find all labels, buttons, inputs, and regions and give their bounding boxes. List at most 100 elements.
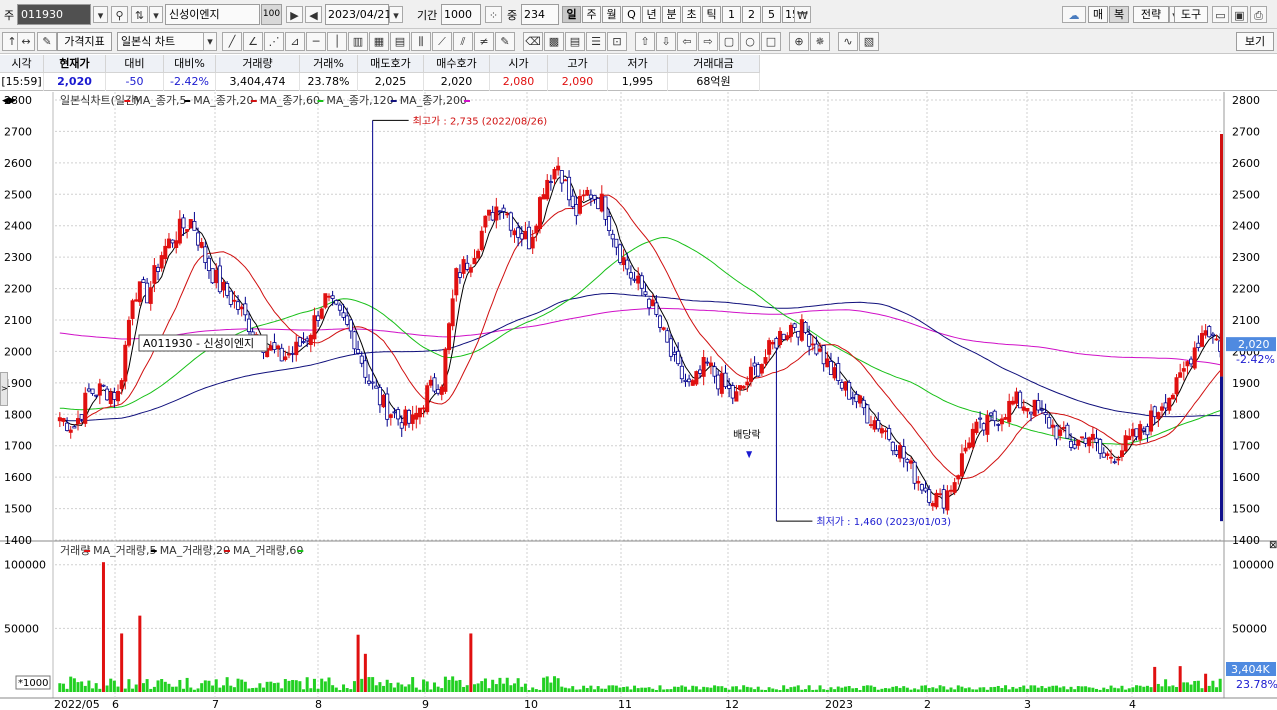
erase-tool-icon[interactable]: ⌫ [523, 32, 543, 51]
stock-code-input[interactable]: 011930 [17, 4, 91, 25]
period-button[interactable]: 틱 [702, 6, 721, 23]
sort-dropdown-button[interactable]: ▾ [149, 6, 163, 23]
vline-tool-icon[interactable]: │ [327, 32, 347, 51]
doc-tool-icon[interactable]: ▢ [719, 32, 739, 51]
grid2-tool-icon[interactable]: ▦ [369, 32, 389, 51]
strategy-button[interactable]: 전략 [1133, 6, 1169, 23]
sort-icon[interactable]: ⇅ [131, 6, 148, 23]
expand-icon[interactable]: ↔ [17, 32, 35, 51]
pencil-tool-icon[interactable]: ✎ [495, 32, 515, 51]
zoomin-tool-icon[interactable]: ⊕ [789, 32, 809, 51]
tools-button[interactable]: 도구 [1174, 6, 1208, 23]
volume-bar [542, 677, 546, 692]
fan-tool-icon[interactable]: ⋰ [264, 32, 284, 51]
trend2-tool-icon[interactable]: ⫽ [453, 32, 473, 51]
wave-tool-icon[interactable]: ∿ [838, 32, 858, 51]
volume-bar [560, 686, 564, 692]
save-icon[interactable]: ▣ [1231, 6, 1248, 23]
period-button[interactable]: 일 [562, 6, 581, 23]
bars-tool-icon[interactable]: ⫼ [411, 32, 431, 51]
period-button[interactable]: 5 [762, 6, 781, 23]
period-input[interactable]: 1000 [441, 4, 481, 25]
period-button[interactable]: 년 [642, 6, 661, 23]
candle-body [978, 417, 983, 420]
legend-swatch [224, 550, 230, 552]
angle-tool-icon[interactable]: ⊿ [285, 32, 305, 51]
zoom-input[interactable]: 234 [521, 4, 559, 25]
candle-body [199, 241, 204, 248]
period-button[interactable]: 월 [602, 6, 621, 23]
volume-bar [931, 687, 935, 692]
volume-bar [1025, 688, 1029, 692]
date-input[interactable]: 2023/04/21 [325, 4, 391, 25]
candle-body [992, 410, 997, 422]
volume-bar [553, 676, 557, 692]
candle-body [1116, 458, 1121, 461]
volume-bar [480, 681, 484, 692]
volume-bar [94, 683, 98, 692]
volume-bar [160, 679, 164, 692]
view-button[interactable]: 보기 [1236, 32, 1274, 51]
cloud-icon[interactable]: ☁ [1062, 6, 1086, 23]
candle-body [905, 458, 910, 463]
price-indicator-button[interactable]: 가격지표 [57, 32, 112, 51]
down-tool-icon[interactable]: ⇩ [656, 32, 676, 51]
fill-tool-icon[interactable]: ▩ [544, 32, 564, 51]
up-tool-icon[interactable]: ⇧ [635, 32, 655, 51]
line-tool-icon[interactable]: ╱ [222, 32, 242, 51]
volume-bar [694, 686, 698, 692]
period-button[interactable]: 1 [722, 6, 741, 23]
text-tool-icon[interactable]: ☰ [586, 32, 606, 51]
prev-button[interactable]: ◀ [305, 6, 322, 23]
candle-body [916, 480, 921, 484]
search-icon[interactable]: ⚲ [111, 6, 128, 23]
period-button[interactable]: Q [622, 6, 641, 23]
magic-tool-icon[interactable]: ✵ [810, 32, 830, 51]
candle-body [643, 291, 648, 295]
stock-chart[interactable]: 2800 28002700 27002600 26002500 25002400 2400… [0, 92, 1277, 710]
rect-tool-icon[interactable]: □ [761, 32, 781, 51]
hline-tool-icon[interactable]: ─ [306, 32, 326, 51]
ray-tool-icon[interactable]: ∠ [243, 32, 263, 51]
candle-body [94, 394, 99, 397]
flag-tool-icon[interactable]: ▧ [859, 32, 879, 51]
grid3-tool-icon[interactable]: ▤ [390, 32, 410, 51]
trend-tool-icon[interactable]: ⟋ [432, 32, 452, 51]
channel-tool-icon[interactable]: ≠ [474, 32, 494, 51]
candle-body [559, 170, 564, 184]
period-button[interactable]: 주 [582, 6, 601, 23]
period-button[interactable]: 2 [742, 6, 761, 23]
multi-button[interactable]: 복 [1109, 6, 1129, 23]
zoom-fit-icon[interactable]: ⁘ [485, 6, 502, 23]
price-tick-right: 2500 [1232, 188, 1260, 201]
candle-body [414, 412, 419, 420]
right-tool-icon[interactable]: ⇨ [698, 32, 718, 51]
won-icon[interactable]: ₩ [794, 6, 811, 23]
calendar-dropdown-icon[interactable]: ▾ [389, 6, 403, 23]
candle-body [1003, 417, 1008, 420]
grid-tool-icon[interactable]: ▥ [348, 32, 368, 51]
candle-body [614, 238, 619, 248]
quote-value: 23.78% [300, 73, 358, 91]
period-button[interactable]: 분 [662, 6, 681, 23]
note-tool-icon[interactable]: ▤ [565, 32, 585, 51]
edit-icon[interactable]: ✎ [37, 32, 57, 51]
code-dropdown-button[interactable]: ▾ [93, 6, 108, 23]
period-button[interactable]: 초 [682, 6, 701, 23]
panel-collapse-handle[interactable]: > [0, 372, 8, 406]
next-button[interactable]: ▶ [286, 6, 303, 23]
zoom-tool-icon[interactable]: ⊡ [607, 32, 627, 51]
chart-type-dropdown-icon[interactable]: ▾ [203, 32, 217, 51]
folder-icon[interactable]: ▭ [1212, 6, 1229, 23]
volume-bar [1113, 687, 1117, 692]
buy-button[interactable]: 매 [1088, 6, 1108, 23]
candle-body [228, 290, 233, 305]
circle-tool-icon[interactable]: ○ [740, 32, 760, 51]
left-tool-icon[interactable]: ⇦ [677, 32, 697, 51]
volume-bar [934, 688, 938, 692]
chart-type-select[interactable]: 일본식 차트 [117, 32, 217, 51]
volume-bar [407, 684, 411, 692]
candle-body [810, 343, 815, 346]
stock-name-field[interactable]: 신성이엔지 [165, 4, 260, 25]
print-icon[interactable]: ⎙ [1250, 6, 1267, 23]
